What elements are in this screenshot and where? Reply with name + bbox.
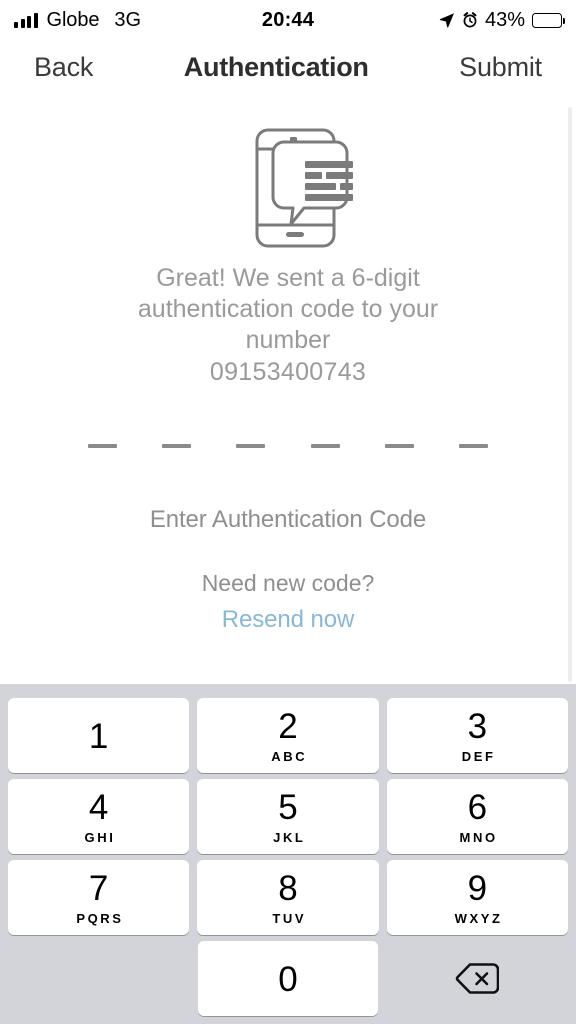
key-digit: 3	[467, 707, 488, 746]
info-message: Great! We sent a 6-digit authentication …	[137, 264, 439, 354]
status-bar-right: 43%	[439, 8, 566, 32]
resend-now-link[interactable]: Resend now	[222, 606, 355, 634]
key-digit: 1	[88, 717, 109, 756]
back-button[interactable]: Back	[34, 52, 93, 83]
otp-slot[interactable]	[162, 444, 192, 448]
keypad-row: 1 2 ABC 3 DEF	[8, 698, 568, 773]
key-letters: TUV	[272, 911, 307, 926]
key-0[interactable]: 0	[198, 941, 378, 1016]
key-6[interactable]: 6 MNO	[386, 779, 568, 854]
key-letters: ABC	[271, 749, 308, 764]
phone-screen: Globe 3G 20:44 43% Back Authentication S…	[0, 0, 576, 1024]
key-letters: GHI	[84, 830, 116, 845]
carrier-label: Globe	[46, 8, 100, 31]
page-title: Authentication	[183, 52, 369, 82]
key-digit: 4	[88, 788, 109, 827]
backspace-delete-icon	[455, 962, 499, 995]
submit-button[interactable]: Submit	[459, 52, 542, 83]
key-3[interactable]: 3 DEF	[386, 698, 568, 773]
key-4[interactable]: 4 GHI	[8, 779, 190, 854]
navigation-bar: Back Authentication Submit	[0, 40, 576, 95]
phone-with-message-bubble-icon	[222, 113, 354, 249]
location-arrow-icon	[439, 12, 455, 28]
status-bar: Globe 3G 20:44 43%	[0, 0, 576, 40]
key-digit: 2	[278, 707, 298, 746]
phone-number: 09153400743	[209, 358, 367, 386]
keypad-spacer	[8, 941, 190, 1016]
key-1[interactable]: 1	[8, 698, 190, 773]
key-digit: 6	[467, 788, 488, 827]
keypad-row: 0	[8, 941, 568, 1016]
otp-input-row[interactable]	[88, 444, 488, 448]
key-5[interactable]: 5 JKL	[197, 779, 379, 854]
status-bar-left: Globe 3G	[14, 9, 141, 32]
otp-slot[interactable]	[458, 444, 488, 448]
key-letters: PQRS	[76, 911, 124, 926]
keypad-row: 7 PQRS 8 TUV 9 WXYZ	[8, 860, 568, 935]
alarm-clock-icon	[462, 12, 478, 28]
key-9[interactable]: 9 WXYZ	[386, 860, 568, 935]
backspace-delete-key[interactable]	[386, 941, 568, 1016]
key-digit: 8	[278, 869, 298, 908]
key-digit: 7	[88, 869, 109, 908]
key-letters: WXYZ	[454, 911, 503, 926]
network-type-label: 3G	[114, 8, 142, 31]
signal-bars-icon	[14, 12, 38, 28]
need-new-code-label: Need new code?	[201, 570, 375, 596]
key-7[interactable]: 7 PQRS	[8, 860, 190, 935]
key-digit: 0	[278, 960, 298, 999]
key-letters: MNO	[459, 830, 498, 845]
otp-slot[interactable]	[236, 444, 266, 448]
key-letters: JKL	[273, 830, 306, 845]
otp-slot[interactable]	[384, 444, 414, 448]
otp-slot[interactable]	[310, 444, 340, 448]
key-8[interactable]: 8 TUV	[197, 860, 379, 935]
vertical-scrollbar[interactable]	[568, 107, 572, 682]
main-content: Great! We sent a 6-digit authentication …	[0, 95, 576, 684]
key-digit: 9	[467, 869, 488, 908]
enter-code-label: Enter Authentication Code	[149, 506, 427, 533]
keypad-row: 4 GHI 5 JKL 6 MNO	[8, 779, 568, 854]
battery-percent-label: 43%	[484, 8, 525, 31]
key-2[interactable]: 2 ABC	[197, 698, 379, 773]
key-letters: DEF	[461, 749, 496, 764]
battery-icon	[532, 12, 566, 28]
numeric-keypad: 1 2 ABC 3 DEF 4 GHI 5 JKL 6 MNO 7 PQRS 8…	[0, 684, 576, 1024]
key-digit: 5	[278, 788, 298, 827]
otp-slot[interactable]	[88, 444, 117, 448]
